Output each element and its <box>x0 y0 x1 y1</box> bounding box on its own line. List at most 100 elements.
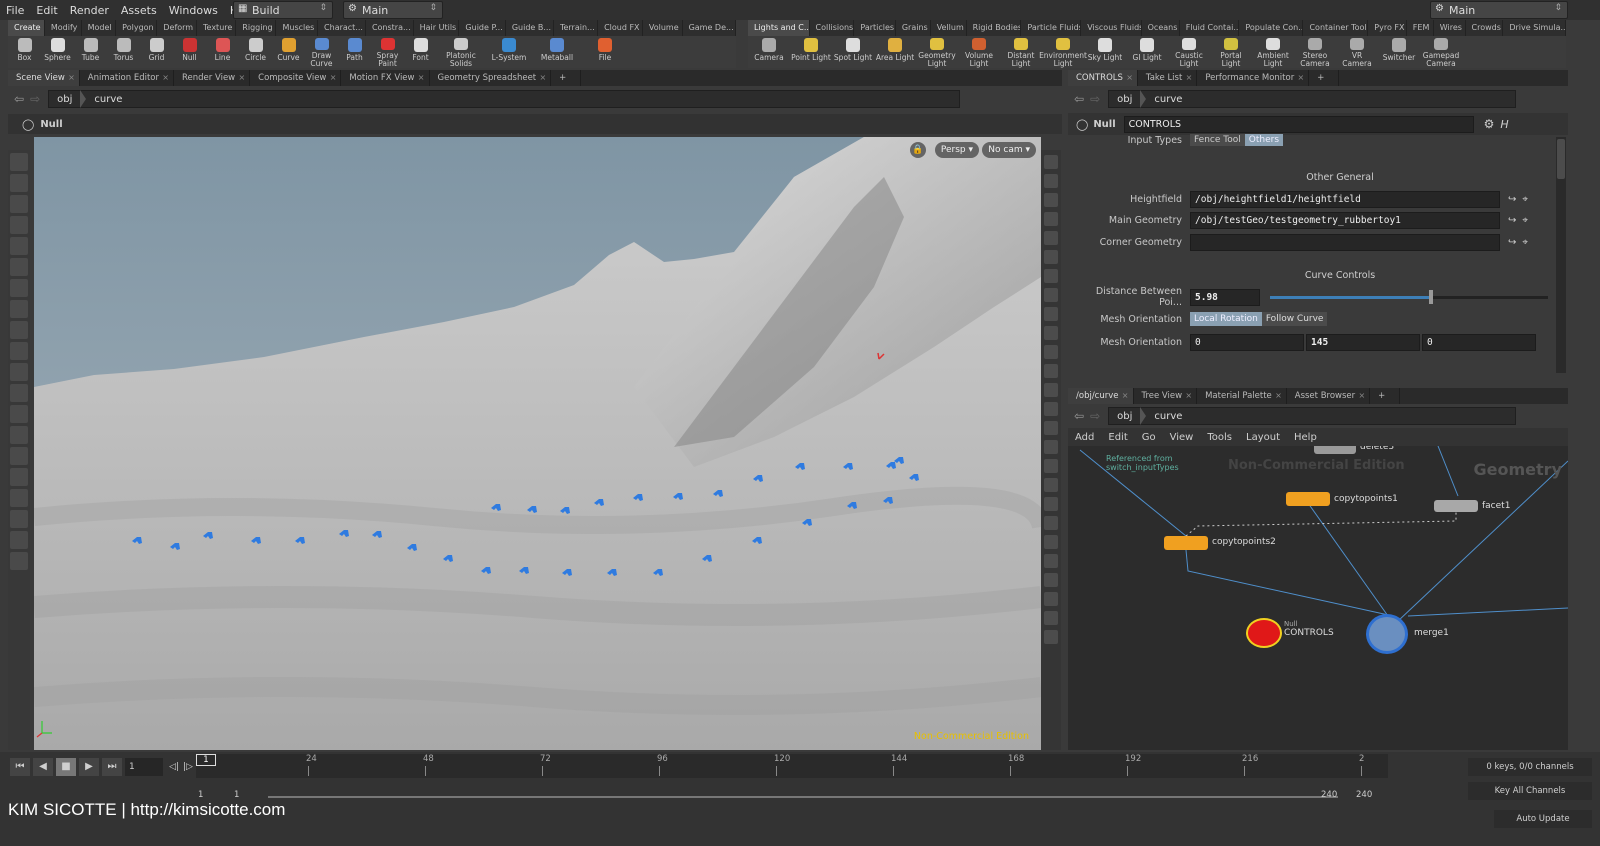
shelf-tab[interactable]: Oceans <box>1142 20 1180 36</box>
shelf-tool[interactable]: Distant Light <box>1000 36 1042 68</box>
shelf-tool[interactable]: Volume Light <box>958 36 1000 68</box>
key-all-channels-dropdown[interactable]: Key All Channels <box>1468 782 1592 800</box>
scene-path-field[interactable]: obj curve <box>48 90 961 108</box>
tool-icon[interactable] <box>10 489 28 507</box>
range-bar[interactable]: 1 1 240 240 <box>196 790 1388 804</box>
shelf-tab[interactable]: Model <box>82 20 117 36</box>
breadcrumb-obj[interactable]: obj <box>1109 411 1140 422</box>
node-chooser-icon[interactable]: ⌖ <box>1522 194 1528 205</box>
stop-icon[interactable]: ■ <box>56 758 76 776</box>
lock-icon[interactable]: 🔒 <box>910 142 926 158</box>
corner-geometry-field[interactable] <box>1190 233 1500 251</box>
shelf-tab[interactable]: FEM <box>1407 20 1434 36</box>
shelf-tab[interactable]: Charact... <box>318 20 366 36</box>
right-dropdown[interactable]: ⚙ Main ⇕ <box>1430 1 1568 19</box>
display-option-icon[interactable] <box>1044 554 1058 568</box>
shelf-tool[interactable]: Line <box>206 36 239 68</box>
display-option-icon[interactable] <box>1044 231 1058 245</box>
shelf-tool[interactable]: Spray Paint <box>371 36 404 68</box>
network-path-field[interactable]: obj curve <box>1108 407 1517 425</box>
network-tab[interactable]: /obj/curve × <box>1068 388 1134 404</box>
tool-icon[interactable] <box>10 216 28 234</box>
add-tab-icon[interactable]: + <box>1309 70 1340 86</box>
display-option-icon[interactable] <box>1044 402 1058 416</box>
display-option-icon[interactable] <box>1044 573 1058 587</box>
close-icon[interactable]: × <box>1358 388 1365 404</box>
option-fence-tool[interactable]: Fence Tool <box>1190 134 1245 146</box>
close-icon[interactable]: × <box>418 70 425 86</box>
tool-icon[interactable] <box>10 321 28 339</box>
context-dropdown[interactable]: ⚙ Main ⇕ <box>343 1 443 19</box>
tool-icon[interactable] <box>10 195 28 213</box>
playhead-frame[interactable]: 1 <box>196 754 216 766</box>
shelf-tab[interactable]: Muscles <box>276 20 319 36</box>
shelf-tab[interactable]: Guide P... <box>459 20 506 36</box>
shelf-tab[interactable]: Wires <box>1434 20 1466 36</box>
tool-icon[interactable] <box>10 363 28 381</box>
distance-field[interactable]: 5.98 <box>1190 288 1260 306</box>
node-facet1[interactable] <box>1434 500 1478 512</box>
breadcrumb-curve[interactable]: curve <box>86 94 130 105</box>
node-merge1[interactable] <box>1366 614 1408 654</box>
close-icon[interactable]: × <box>1122 388 1129 404</box>
shelf-tab[interactable]: Collisions <box>810 20 855 36</box>
shelf-tool[interactable]: Geometry Light <box>916 36 958 68</box>
shelf-tool[interactable]: Ambient Light <box>1252 36 1294 68</box>
shelf-tool[interactable]: L-System <box>485 36 533 68</box>
tool-icon[interactable] <box>10 153 28 171</box>
display-option-icon[interactable] <box>1044 345 1058 359</box>
display-option-icon[interactable] <box>1044 516 1058 530</box>
shelf-tab[interactable]: Game De... <box>683 20 736 36</box>
shelf-tool[interactable]: Portal Light <box>1210 36 1252 68</box>
distance-slider[interactable] <box>1270 289 1548 304</box>
auto-update-dropdown[interactable]: Auto Update <box>1494 810 1592 828</box>
tool-icon[interactable] <box>10 405 28 423</box>
back-arrow-icon[interactable]: ⇦ <box>14 92 24 106</box>
node-chooser-icon[interactable]: ⌖ <box>1522 215 1528 226</box>
breadcrumb-curve[interactable]: curve <box>1146 411 1190 422</box>
shelf-tool[interactable]: VR Camera <box>1336 36 1378 68</box>
param-path-field[interactable]: obj curve <box>1108 90 1517 108</box>
shelf-tab[interactable]: Grains <box>896 20 931 36</box>
shelf-tool[interactable]: Sphere <box>41 36 74 68</box>
display-option-icon[interactable] <box>1044 269 1058 283</box>
jump-icon[interactable]: ↪ <box>1508 215 1516 226</box>
shelf-tool[interactable]: Caustic Light <box>1168 36 1210 68</box>
node-chooser-icon[interactable]: ⌖ <box>1522 237 1528 248</box>
network-menu-item[interactable]: Add <box>1075 432 1094 443</box>
option-others[interactable]: Others <box>1244 134 1284 146</box>
gear-icon[interactable]: ⚙ <box>1484 117 1495 131</box>
network-tab[interactable]: Asset Browser × <box>1287 388 1371 404</box>
display-option-icon[interactable] <box>1044 611 1058 625</box>
shelf-tab[interactable]: Particle Fluids <box>1021 20 1082 36</box>
breadcrumb-obj[interactable]: obj <box>49 94 80 105</box>
tool-icon[interactable] <box>10 531 28 549</box>
timeline-bar[interactable]: 1 24 48 72 96 120 144 168 192 216 2 <box>196 754 1388 778</box>
display-option-icon[interactable] <box>1044 174 1058 188</box>
shelf-tab[interactable]: Rigid Bodies <box>967 20 1022 36</box>
network-menu-item[interactable]: View <box>1170 432 1194 443</box>
display-option-icon[interactable] <box>1044 193 1058 207</box>
close-icon[interactable]: × <box>68 70 75 86</box>
mesh-orient-y[interactable]: 145 <box>1306 333 1420 351</box>
camera-dropdown[interactable]: No cam ▾ <box>982 142 1036 158</box>
close-icon[interactable]: × <box>1298 70 1305 86</box>
shelf-tab[interactable]: Hair Utils <box>414 20 460 36</box>
shelf-tab[interactable]: Vellum <box>931 20 967 36</box>
close-icon[interactable]: × <box>1275 388 1282 404</box>
shelf-tool[interactable]: Circle <box>239 36 272 68</box>
network-tab[interactable]: Tree View × <box>1134 388 1198 404</box>
step-forward-icon[interactable]: |▷ <box>183 758 193 776</box>
shelf-tab[interactable]: Cloud FX <box>598 20 643 36</box>
shelf-tab[interactable]: Create <box>8 20 45 36</box>
shelf-tab[interactable]: Polygon <box>116 20 158 36</box>
tool-icon[interactable] <box>10 552 28 570</box>
shelf-tool[interactable]: Grid <box>140 36 173 68</box>
scene-tab[interactable]: Motion FX View × <box>341 70 430 86</box>
display-option-icon[interactable] <box>1044 421 1058 435</box>
frame-field[interactable]: 1 <box>125 758 163 776</box>
display-option-icon[interactable] <box>1044 478 1058 492</box>
shelf-tool[interactable]: Platonic Solids <box>437 36 485 68</box>
persp-dropdown[interactable]: Persp ▾ <box>934 142 979 158</box>
shelf-tool[interactable]: Null <box>173 36 206 68</box>
